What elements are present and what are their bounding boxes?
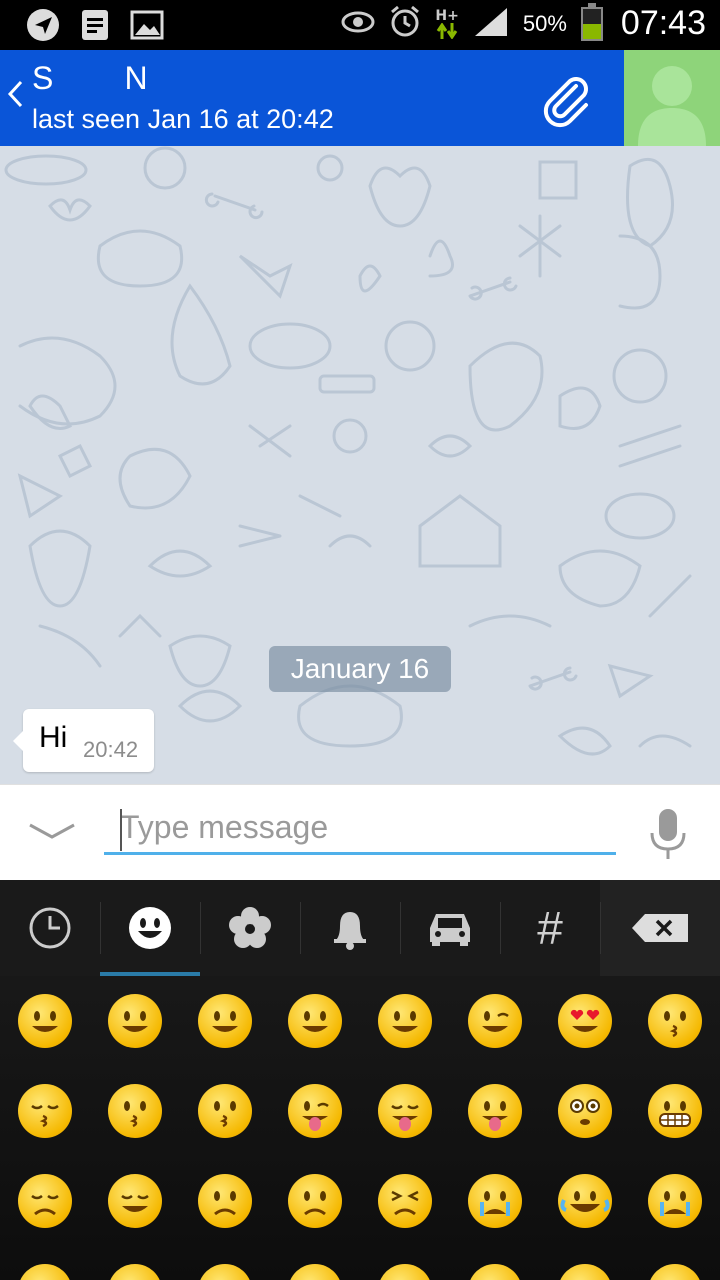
- status-bar-right: H+ 50% 07:43: [341, 2, 706, 43]
- sleeping-face-emoji[interactable]: [108, 1264, 162, 1280]
- tab-objects[interactable]: [300, 880, 400, 976]
- flower-icon: [229, 907, 271, 948]
- signal-icon: [473, 6, 509, 42]
- navigation-icon: [26, 8, 60, 42]
- chevron-down-icon[interactable]: [26, 815, 78, 849]
- chevron-left-icon[interactable]: [6, 78, 24, 118]
- network-label: H+: [435, 7, 459, 24]
- persevere-face-emoji[interactable]: [378, 1174, 432, 1228]
- message-time: 20:42: [83, 737, 139, 762]
- smile-face-emoji[interactable]: [198, 994, 252, 1048]
- symbols-hash-icon: #: [537, 902, 563, 954]
- sob-face-emoji[interactable]: [648, 1174, 702, 1228]
- status-bar: H+ 50% 07:43: [0, 0, 720, 50]
- car-icon: [430, 914, 470, 946]
- recent-clock-icon: [29, 907, 71, 949]
- kissing-heart-face-emoji[interactable]: [648, 994, 702, 1048]
- fearful-face-emoji[interactable]: [378, 1264, 432, 1280]
- contact-name[interactable]: S N: [32, 60, 148, 97]
- stuck-out-tongue-closed-eyes-face-emoji[interactable]: [378, 1084, 432, 1138]
- tab-symbols[interactable]: #: [500, 880, 600, 976]
- chat-header: S N last seen Jan 16 at 20:42: [0, 50, 720, 146]
- alarm-icon: [389, 5, 421, 43]
- backspace-icon: [632, 914, 688, 942]
- smiley-icon: [129, 907, 171, 949]
- flushed-face-emoji[interactable]: [558, 1084, 612, 1138]
- smiley-face-emoji[interactable]: [108, 994, 162, 1048]
- confounded-face-emoji[interactable]: [468, 1264, 522, 1280]
- joy-face-emoji[interactable]: [558, 1174, 612, 1228]
- image-icon: [130, 8, 164, 42]
- date-separator: January 16: [269, 646, 451, 692]
- disappointed-face-emoji[interactable]: [288, 1174, 342, 1228]
- emoji-keyboard: #: [0, 880, 720, 1280]
- message-bubble[interactable]: Hi 20:42: [13, 709, 154, 772]
- message-text: Hi: [39, 721, 68, 754]
- weary-face-emoji[interactable]: [648, 1264, 702, 1280]
- grimacing-face-emoji[interactable]: [648, 1084, 702, 1138]
- message-input[interactable]: [104, 803, 616, 855]
- sweat-face-emoji[interactable]: [288, 1264, 342, 1280]
- tab-smileys[interactable]: [100, 880, 200, 976]
- battery-icon: [580, 2, 603, 41]
- tab-nature[interactable]: [200, 880, 300, 976]
- last-seen-status: last seen Jan 16 at 20:42: [32, 104, 334, 134]
- notes-icon: [78, 8, 112, 42]
- eye-icon: [341, 10, 375, 38]
- scream-face-emoji[interactable]: [558, 1264, 612, 1280]
- battery-percent: 50%: [522, 10, 567, 36]
- status-bar-left: [26, 8, 164, 42]
- text-cursor: [120, 809, 122, 851]
- battery-fill: [582, 23, 601, 39]
- person-silhouette-icon: [638, 66, 706, 146]
- stuck-out-tongue-face-emoji[interactable]: [468, 1084, 522, 1138]
- tab-recent[interactable]: [0, 880, 100, 976]
- stuck-out-tongue-winking-eye-face-emoji[interactable]: [288, 1084, 342, 1138]
- wink-face-emoji[interactable]: [468, 994, 522, 1048]
- avatar[interactable]: [624, 50, 720, 146]
- message-list[interactable]: January 16 Hi 20:42: [0, 146, 720, 784]
- bell-icon: [334, 912, 366, 950]
- blush-face-emoji[interactable]: [288, 994, 342, 1048]
- pensive-face-emoji[interactable]: [18, 1174, 72, 1228]
- kissing-face-emoji[interactable]: [108, 1084, 162, 1138]
- relieved-face-emoji[interactable]: [108, 1174, 162, 1228]
- network-hplus-icon: H+: [435, 7, 459, 39]
- emoji-category-tabs: #: [0, 880, 720, 976]
- microphone-icon[interactable]: [648, 807, 688, 863]
- composer: [0, 784, 720, 880]
- clock: 07:43: [620, 4, 706, 42]
- unamused-face-emoji[interactable]: [198, 1174, 252, 1228]
- kissing-closed-eyes-face-emoji[interactable]: [18, 1084, 72, 1138]
- emoji-grid: [0, 976, 720, 1280]
- cold-sweat-face-emoji[interactable]: [198, 1264, 252, 1280]
- relaxed-face-emoji[interactable]: [378, 994, 432, 1048]
- paperclip-icon[interactable]: [540, 72, 596, 128]
- kissing-smiling-eyes-face-emoji[interactable]: [198, 1084, 252, 1138]
- grinning-face-emoji[interactable]: [18, 994, 72, 1048]
- backspace-button[interactable]: [600, 880, 720, 976]
- heart-eyes-face-emoji[interactable]: [558, 994, 612, 1048]
- cry-face-emoji[interactable]: [468, 1174, 522, 1228]
- tab-places[interactable]: [400, 880, 500, 976]
- sleepy-face-emoji[interactable]: [18, 1264, 72, 1280]
